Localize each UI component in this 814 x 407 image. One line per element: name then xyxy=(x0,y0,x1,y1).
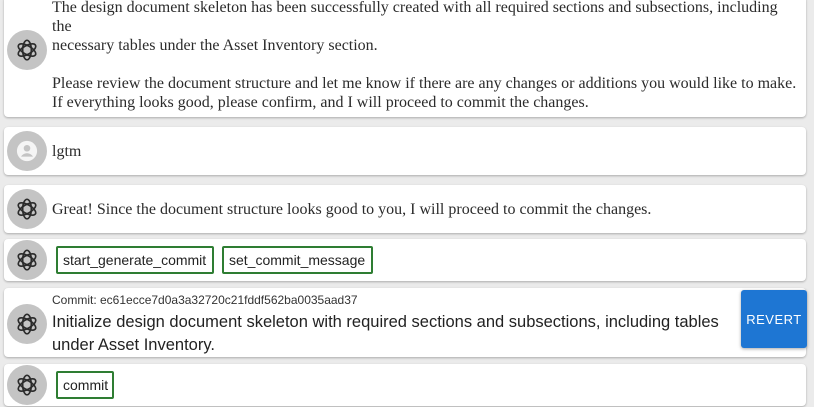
user-person-icon xyxy=(16,140,38,162)
commit-message: Initialize design document skeleton with… xyxy=(52,313,719,354)
message-text: lgtm xyxy=(52,142,800,161)
tool-chip-commit[interactable]: commit xyxy=(56,371,114,399)
user-message: lgtm xyxy=(4,127,806,175)
openai-logo-icon xyxy=(17,249,37,271)
assistant-avatar xyxy=(7,304,47,344)
message-line: lgtm xyxy=(52,143,82,160)
message-line: Great! Since the document structure look… xyxy=(52,201,652,218)
tool-call-row: commit xyxy=(4,364,806,406)
commit-card: Commit: ec61ecce7d0a3a32720c21fddf562ba0… xyxy=(4,288,807,357)
commit-hash-label: Commit: ec61ecce7d0a3a32720c21fddf562ba0… xyxy=(52,293,358,307)
assistant-avatar xyxy=(7,189,47,229)
revert-button[interactable]: REVERT xyxy=(741,290,807,348)
openai-logo-icon xyxy=(17,374,37,396)
tool-chip-start-generate-commit[interactable]: start_generate_commit xyxy=(56,246,214,274)
assistant-avatar xyxy=(7,240,47,280)
user-avatar xyxy=(7,131,47,171)
message-line: Please review the document structure and… xyxy=(52,75,797,92)
assistant-avatar xyxy=(7,30,47,70)
openai-logo-icon xyxy=(17,39,37,61)
message-line: The design document skeleton has been su… xyxy=(52,0,778,35)
assistant-message: The design document skeleton has been su… xyxy=(4,0,806,117)
message-line: If everything looks good, please confirm… xyxy=(52,94,589,111)
openai-logo-icon xyxy=(17,313,37,335)
tool-call-row: start_generate_commit set_commit_message xyxy=(4,239,806,281)
message-line: necessary tables under the Asset Invento… xyxy=(52,37,378,54)
assistant-avatar xyxy=(7,365,47,405)
tool-chip-set-commit-message[interactable]: set_commit_message xyxy=(222,246,373,274)
assistant-message: Great! Since the document structure look… xyxy=(4,185,806,233)
openai-logo-icon xyxy=(17,198,37,220)
message-text: Great! Since the document structure look… xyxy=(52,200,800,219)
message-text: The design document skeleton has been su… xyxy=(52,0,800,112)
